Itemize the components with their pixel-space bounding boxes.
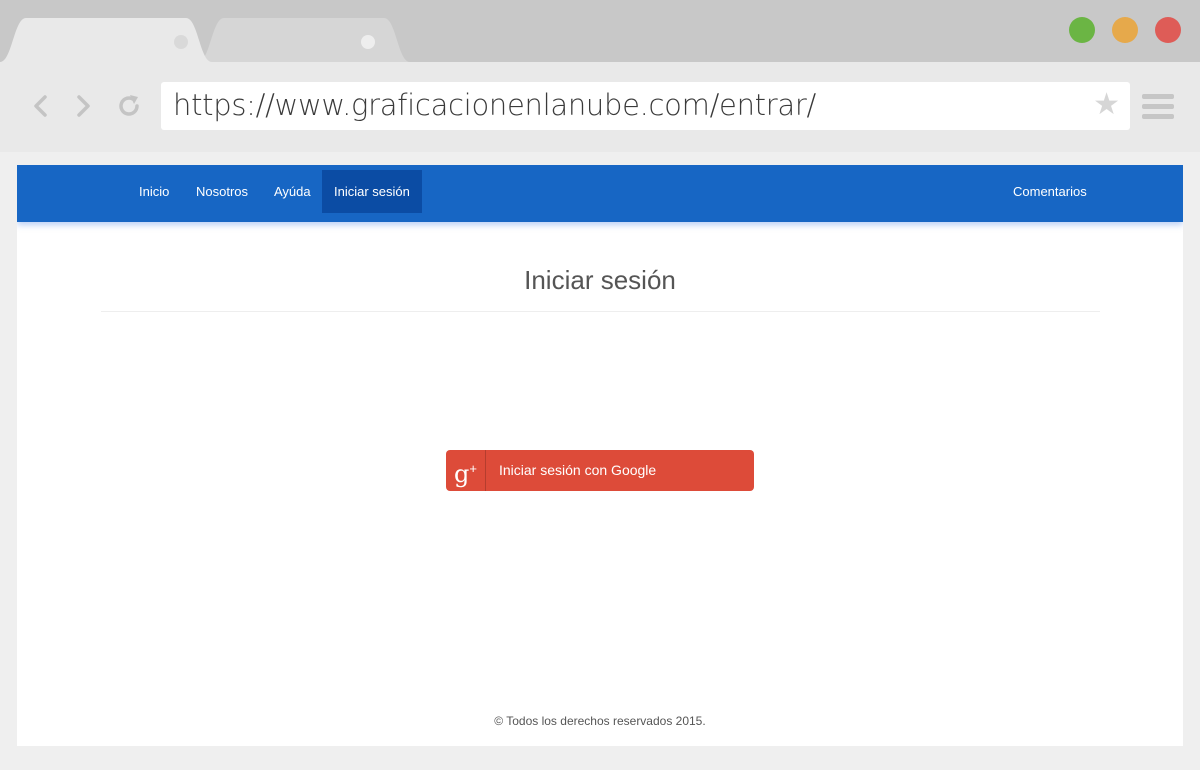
browser-toolbar: https://www.graficacionenlanube.com/entr… [0, 62, 1200, 152]
google-plus-icon: g+ [446, 450, 486, 491]
tab-favicon-placeholder [174, 35, 188, 49]
nav-item-inicio[interactable]: Inicio [127, 170, 181, 213]
nav-item-comentarios[interactable]: Comentarios [1001, 170, 1099, 213]
google-signin-label: Iniciar sesión con Google [499, 462, 657, 478]
address-bar[interactable]: https://www.graficacionenlanube.com/entr… [161, 82, 1130, 130]
nav-item-nosotros[interactable]: Nosotros [184, 170, 260, 213]
browser-tab-inactive[interactable] [198, 18, 410, 62]
forward-icon[interactable] [70, 92, 98, 120]
site-navbar: Inicio Nosotros Ayúda Iniciar sesión Com… [17, 165, 1183, 222]
window-close-button[interactable] [1155, 17, 1181, 43]
nav-item-iniciar-sesion[interactable]: Iniciar sesión [322, 170, 422, 213]
page-viewport: Inicio Nosotros Ayúda Iniciar sesión Com… [17, 165, 1183, 746]
reload-icon[interactable] [115, 92, 143, 120]
browser-tab-active[interactable] [0, 18, 212, 62]
nav-item-ayuda[interactable]: Ayúda [262, 170, 323, 213]
title-divider [101, 311, 1100, 312]
hamburger-menu-icon[interactable] [1142, 94, 1174, 120]
tab-favicon-placeholder [361, 35, 375, 49]
footer-copyright: © Todos los derechos reservados 2015. [494, 714, 706, 728]
tab-strip [0, 0, 1200, 62]
window-minimize-button[interactable] [1112, 17, 1138, 43]
url-text[interactable]: https://www.graficacionenlanube.com/entr… [173, 88, 816, 122]
back-icon[interactable] [26, 92, 54, 120]
window-maximize-button[interactable] [1069, 17, 1095, 43]
bookmark-star-icon[interactable]: ★ [1093, 90, 1120, 120]
google-signin-button[interactable]: g+ Iniciar sesión con Google [446, 450, 754, 491]
page-title: Iniciar sesión [524, 265, 676, 295]
browser-window: https://www.graficacionenlanube.com/entr… [0, 0, 1200, 770]
